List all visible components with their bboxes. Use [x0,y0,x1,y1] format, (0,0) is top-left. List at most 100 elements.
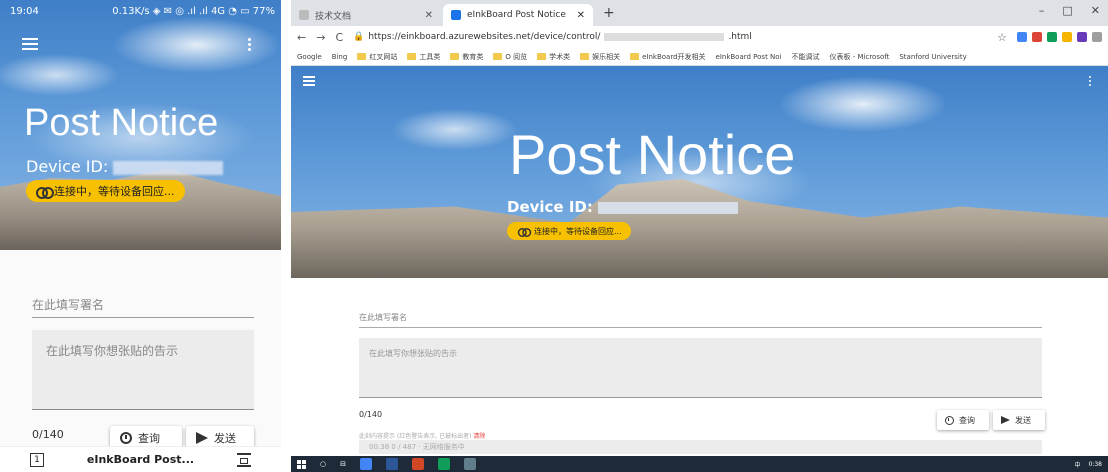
mobile-view: 19:04 0.13K/s ◈ ✉ ◎ .ıl .ıl 4G ◔ ▭ 77% P… [0,0,281,472]
tab-close-icon[interactable]: ✕ [577,10,585,21]
more-vert-icon[interactable] [1089,76,1091,88]
bookmark-item[interactable]: Stanford University [899,53,966,61]
bookmark-item[interactable]: eInkBoard Post Noi [716,53,782,61]
back-icon[interactable]: ← [297,31,306,44]
new-tab-button[interactable]: + [603,5,615,21]
device-id-label: Device ID: [507,198,593,216]
tab-count-button[interactable]: 1 [30,452,44,467]
bookmark-folder[interactable]: 工具类 [407,52,440,62]
device-id: Device ID: [26,157,224,176]
powerpoint-app-icon[interactable] [411,458,424,470]
browser-tab-strip: 技术文档 ✕ eInkBoard Post Notice ✕ + – □ ✕ [291,0,1108,26]
word-app-icon[interactable] [385,458,398,470]
extension-icons [1017,32,1102,42]
browser-tab-1[interactable]: 技术文档 ✕ [291,4,441,26]
folder-icon [407,53,417,60]
extension-icon[interactable] [1062,32,1072,42]
tab-favicon-icon [451,10,461,20]
page-title: Post Notice [509,123,796,186]
bookmark-folder[interactable]: 学术类 [537,52,570,62]
query-button-label: 查询 [959,415,975,425]
url-suffix: .html [728,32,752,42]
bookmark-item[interactable]: 不能调试 [792,52,820,62]
send-button-label: 发送 [1015,415,1031,425]
tray-clock[interactable]: 0:38 [1089,461,1102,468]
forward-icon[interactable]: → [316,31,325,44]
extension-icon[interactable] [1032,32,1042,42]
send-button-label: 发送 [214,432,236,445]
folder-icon [630,53,640,60]
history-icon [120,432,132,444]
url-prefix: https://einkboard.azurewebsites.net/devi… [368,32,601,42]
clear-link[interactable]: 清除 [473,433,485,440]
tab-favicon-icon [299,10,309,20]
notice-textarea[interactable]: 在此填写你想张贴的告示 [32,330,254,410]
connection-status-badge: 连接中，等待设备回应... [26,180,185,202]
device-id-label: Device ID: [26,157,109,176]
status-tip: 00:38 0 / 487 · 无网络服务中 [359,440,1042,454]
status-time: 19:04 [10,5,39,17]
profile-icon[interactable] [1092,32,1102,42]
page-title: Post Notice [24,102,219,144]
send-icon [196,432,208,444]
bookmark-star-icon[interactable]: ☆ [997,31,1007,44]
connection-status-text: 连接中，等待设备回应... [534,226,622,236]
app-icon[interactable] [437,458,450,470]
mobile-page-title[interactable]: eInkBoard Post... [87,453,194,466]
extension-icon[interactable] [1017,32,1027,42]
chrome-app-icon[interactable] [359,458,372,470]
signature-input[interactable]: 在此填写署名 [32,296,254,318]
minimize-button[interactable]: – [1039,4,1045,17]
char-counter: 0/140 [359,410,383,419]
notice-textarea[interactable]: 在此填写你想张贴的告示 [359,338,1042,398]
tabs-menu-icon[interactable] [237,452,251,467]
more-vert-icon[interactable] [248,38,252,52]
char-counter: 0/140 [32,428,64,441]
folder-icon [580,53,590,60]
bookmark-folder[interactable]: 教育类 [450,52,483,62]
bookmarks-bar: Google Bing 红叉网站 工具类 教育类 O 阅览 学术类 娱乐相关 e… [291,48,1108,66]
desktop-browser-window: 技术文档 ✕ eInkBoard Post Notice ✕ + – □ ✕ ←… [291,0,1108,472]
bookmark-item[interactable]: 仪表板 - Microsoft [830,52,890,62]
reload-icon[interactable]: C [335,31,343,44]
screenshot-root: 19:04 0.13K/s ◈ ✉ ◎ .ıl .ıl 4G ◔ ▭ 77% P… [0,0,1108,472]
close-window-button[interactable]: ✕ [1091,4,1100,17]
bookmark-folder[interactable]: 红叉网站 [357,52,397,62]
maximize-button[interactable]: □ [1062,4,1072,17]
query-button-label: 查询 [138,432,160,445]
photos-app-icon[interactable] [463,458,476,470]
hamburger-menu-icon[interactable] [22,38,38,50]
signature-input[interactable]: 在此填写署名 [359,312,1042,328]
bookmark-folder[interactable]: O 阅览 [493,52,527,62]
tab-label: 技术文档 [315,11,352,22]
status-indicators: 0.13K/s ◈ ✉ ◎ .ıl .ıl 4G ◔ ▭ 77% [112,5,275,17]
hamburger-menu-icon[interactable] [303,76,315,86]
windows-start-icon[interactable] [297,459,306,469]
url-redacted [604,33,725,41]
folder-icon [357,53,367,60]
tab-close-icon[interactable]: ✕ [425,10,433,21]
system-tray: 中 0:38 [1075,460,1103,469]
send-button[interactable]: 发送 [993,410,1045,430]
task-view-icon[interactable]: ⊟ [340,460,346,468]
device-id-redacted [598,201,739,214]
link-off-icon [36,187,54,199]
connection-status-text: 连接中，等待设备回应... [54,185,175,198]
input-hint: 此刻内容提示 (红色警告表示, 已被标出者) 清除 [359,433,486,440]
folder-icon [450,53,460,60]
device-id-redacted [113,160,224,175]
extension-icon[interactable] [1077,32,1087,42]
url-field[interactable]: 🔒 https://einkboard.azurewebsites.net/de… [353,29,987,45]
bookmark-item[interactable]: Google [297,53,322,61]
bookmark-item[interactable]: Bing [332,53,348,61]
browser-tab-2-active[interactable]: eInkBoard Post Notice ✕ [443,4,593,26]
window-controls: – □ ✕ [1039,4,1100,17]
bookmark-folder[interactable]: eInkBoard开发相关 [630,52,706,62]
bookmark-folder[interactable]: 娱乐相关 [580,52,620,62]
tray-lang[interactable]: 中 [1075,460,1081,469]
device-id: Device ID: [507,198,739,216]
extension-icon[interactable] [1047,32,1057,42]
search-icon[interactable]: ○ [320,460,326,468]
folder-icon [537,53,547,60]
query-button[interactable]: 查询 [937,410,989,430]
